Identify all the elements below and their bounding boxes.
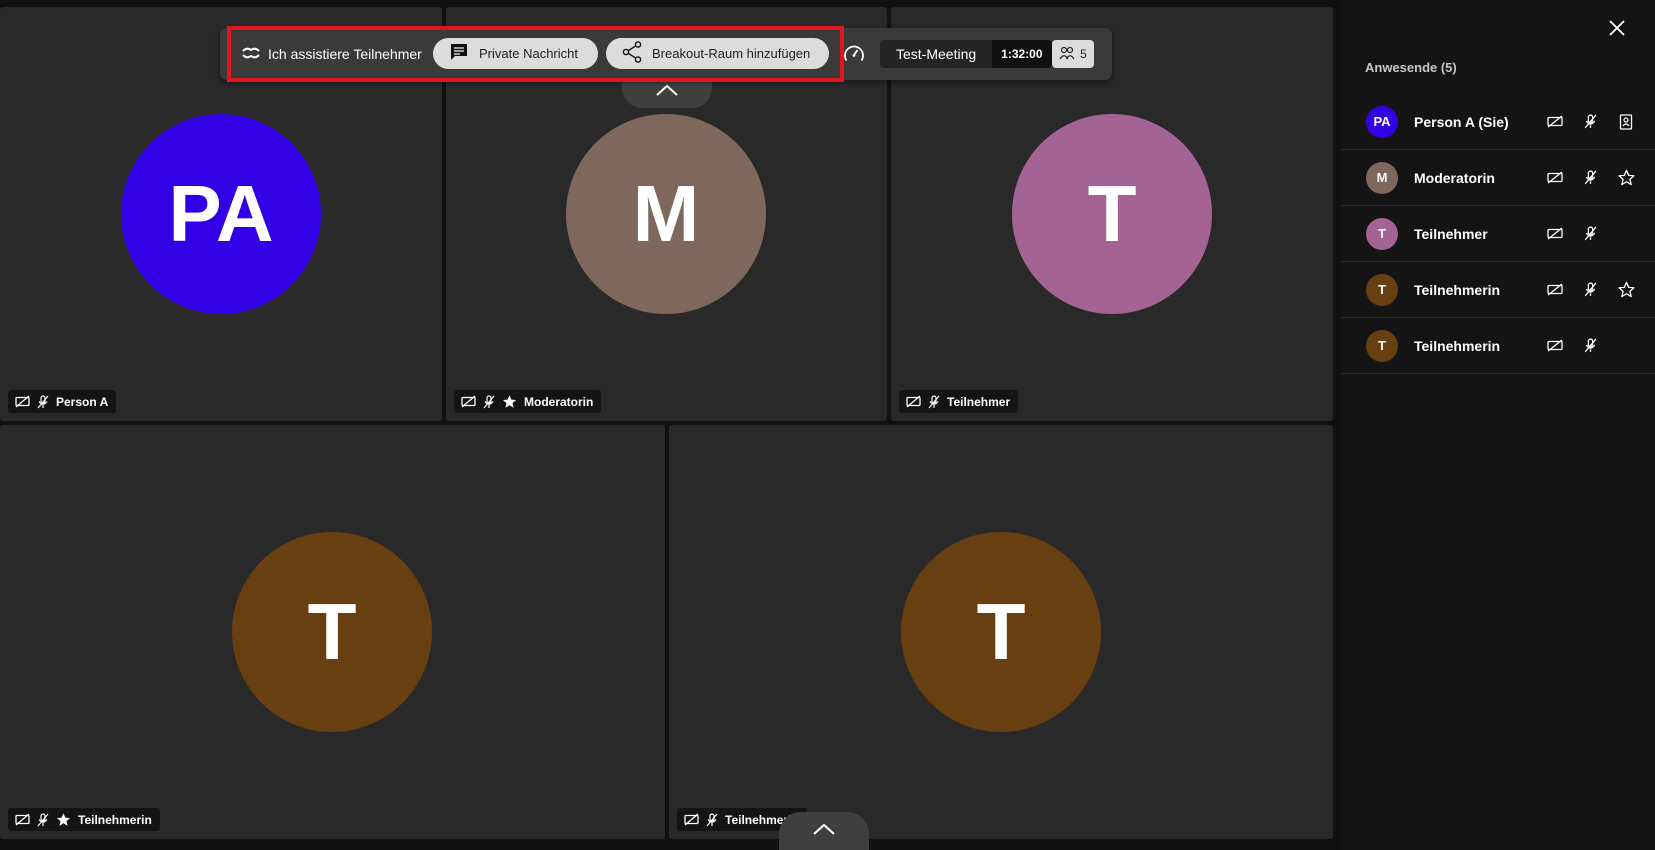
avatar: T: [1012, 114, 1212, 314]
camera-off-icon: [684, 813, 699, 826]
attendee-name: Person A (Sie): [1414, 113, 1509, 130]
speedometer-icon[interactable]: [842, 42, 866, 66]
attendee-name: Teilnehmerin: [1414, 281, 1501, 298]
name-tag: Moderatorin: [454, 390, 602, 413]
mic-off-icon: [928, 394, 940, 409]
breakout-label: Breakout-Raum hinzufügen: [652, 46, 811, 61]
camera-off-icon: [906, 395, 921, 408]
attendee-name: Teilnehmer: [1414, 225, 1488, 242]
name-tag: Teilnehmer: [899, 390, 1019, 413]
attendee-name: Moderatorin: [1414, 169, 1495, 186]
avatar: T: [901, 532, 1101, 732]
avatar: T: [1366, 273, 1398, 306]
video-tile-teilnehmerin-2[interactable]: T Teilnehmerin: [669, 425, 1333, 839]
participants-button[interactable]: 5: [1052, 40, 1094, 68]
contact-card-icon[interactable]: [1617, 113, 1635, 131]
camera-off-icon: [1546, 337, 1564, 355]
mic-off-icon: [483, 394, 495, 409]
private-message-button[interactable]: Private Nachricht: [433, 38, 598, 69]
share-icon: [622, 41, 642, 66]
camera-off-icon: [1546, 113, 1564, 131]
attendees-heading: Anwesende (5): [1365, 60, 1457, 75]
assist-indicator: Ich assistiere Teilnehmer: [242, 28, 422, 80]
star-outline-icon[interactable]: [1617, 281, 1635, 299]
camera-off-icon: [1546, 225, 1564, 243]
avatar: PA: [121, 114, 321, 314]
mic-off-icon: [1581, 113, 1599, 131]
camera-off-icon: [15, 813, 30, 826]
list-item[interactable]: PA Person A (Sie): [1341, 94, 1655, 150]
close-icon: [1605, 20, 1629, 44]
mic-off-icon: [1581, 169, 1599, 187]
assist-label: Ich assistiere Teilnehmer: [268, 46, 422, 62]
star-icon: [56, 812, 71, 827]
participant-name: Teilnehmer: [947, 394, 1011, 409]
meeting-timer: 1:32:00: [992, 40, 1052, 68]
avatar: M: [1366, 161, 1398, 194]
attendees-list: PA Person A (Sie) M Moderatorin T Teilne…: [1341, 94, 1655, 374]
chevron-up-icon: [655, 83, 679, 102]
private-message-label: Private Nachricht: [479, 46, 578, 61]
chevron-up-icon: [812, 822, 836, 841]
mic-off-icon: [1581, 337, 1599, 355]
participant-name: Moderatorin: [524, 394, 594, 409]
participant-name: Teilnehmerin: [78, 812, 152, 827]
avatar: T: [232, 532, 432, 732]
avatar: T: [1366, 217, 1398, 250]
attendee-name: Teilnehmerin: [1414, 337, 1501, 354]
meeting-title: Test-Meeting: [880, 40, 993, 68]
camera-off-icon: [461, 395, 476, 408]
video-stage: PA Person A M Moderatorin T Teilnehmer T: [0, 0, 1340, 850]
handshake-icon: [242, 45, 260, 64]
camera-off-icon: [15, 395, 30, 408]
people-icon: [1059, 46, 1075, 63]
mic-off-icon: [706, 812, 718, 827]
mic-off-icon: [1581, 281, 1599, 299]
name-tag: Person A: [8, 390, 117, 413]
list-item[interactable]: T Teilnehmerin: [1341, 318, 1655, 374]
star-outline-icon[interactable]: [1617, 169, 1635, 187]
meeting-toolbar: Ich assistiere Teilnehmer Private Nachri…: [220, 28, 1112, 80]
expand-controls-button[interactable]: [779, 812, 869, 850]
video-tile-teilnehmerin-1[interactable]: T Teilnehmerin: [0, 425, 665, 839]
meeting-info[interactable]: Test-Meeting 1:32:00: [880, 40, 1052, 68]
avatar: PA: [1366, 105, 1398, 138]
list-item[interactable]: M Moderatorin: [1341, 150, 1655, 206]
camera-off-icon: [1546, 169, 1564, 187]
star-icon: [502, 394, 517, 409]
mic-off-icon: [1581, 225, 1599, 243]
attendees-panel: Anwesende (5) PA Person A (Sie) M Modera…: [1341, 0, 1655, 850]
collapse-toolbar-button[interactable]: [622, 76, 712, 108]
mic-off-icon: [37, 394, 49, 409]
participant-name: Person A: [56, 394, 109, 409]
close-panel-button[interactable]: [1605, 16, 1629, 40]
chat-icon: [449, 42, 469, 65]
avatar: T: [1366, 329, 1398, 362]
list-item[interactable]: T Teilnehmerin: [1341, 262, 1655, 318]
list-item[interactable]: T Teilnehmer: [1341, 206, 1655, 262]
camera-off-icon: [1546, 281, 1564, 299]
mic-off-icon: [37, 812, 49, 827]
add-breakout-room-button[interactable]: Breakout-Raum hinzufügen: [606, 38, 829, 69]
participants-count: 5: [1080, 47, 1087, 61]
name-tag: Teilnehmerin: [8, 808, 160, 831]
avatar: M: [566, 114, 766, 314]
